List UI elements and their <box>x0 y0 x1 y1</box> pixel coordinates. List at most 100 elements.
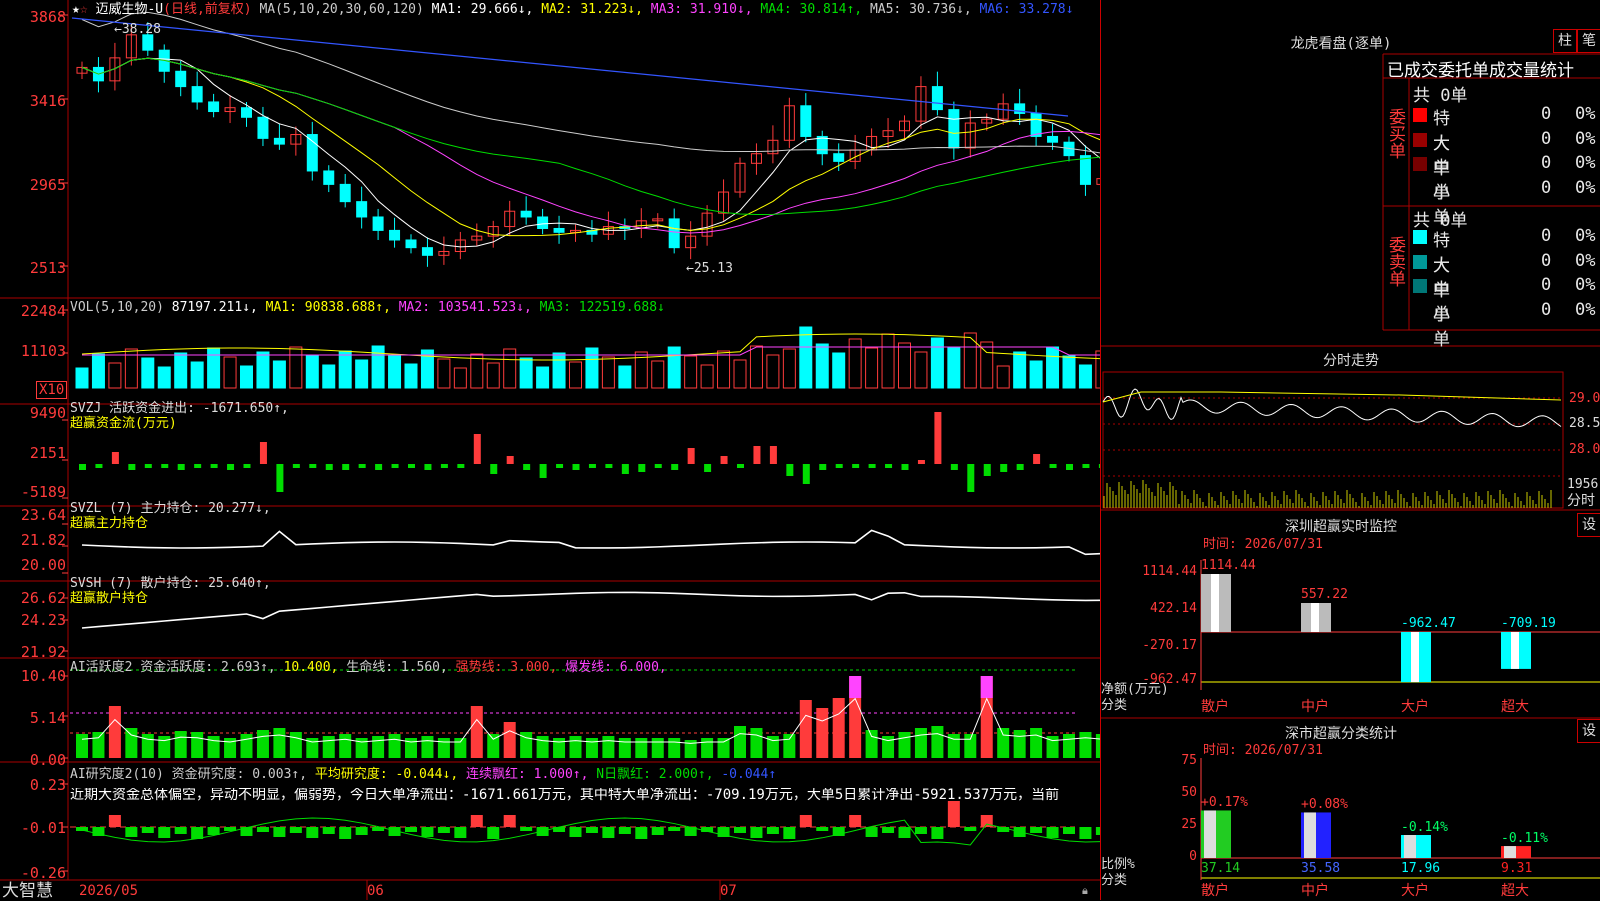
class-value-label: 37.14 <box>1201 861 1241 876</box>
volume-bar <box>371 345 385 389</box>
class-settings-button[interactable]: 设 <box>1577 719 1600 743</box>
fund-flow-bar <box>1082 464 1090 468</box>
volume-bar <box>75 367 89 389</box>
ma-line <box>81 57 1100 237</box>
candle-body <box>1047 135 1059 143</box>
fund-flow-bar <box>391 464 399 468</box>
fund-flow-bar <box>917 460 925 464</box>
activity-bar <box>92 732 105 758</box>
activity-bar <box>289 732 302 758</box>
activity-bar <box>141 734 154 758</box>
fund-flow-bar <box>654 464 662 468</box>
activity-bar <box>207 736 220 758</box>
volume-bar <box>799 326 813 389</box>
vol-unit-badge[interactable]: X10 <box>36 381 68 399</box>
candle-body <box>241 107 252 118</box>
svzl-subtitle: 超赢主力持仓 <box>70 516 149 531</box>
monitor-category-label: 中户 <box>1301 699 1329 715</box>
intraday-axis-label: 29.0 <box>1569 391 1600 406</box>
lock-icon[interactable]: 🔒︎ <box>1082 884 1088 898</box>
star-icon[interactable]: ★ <box>72 2 80 17</box>
order-pct: 0% <box>1575 250 1596 271</box>
research-bar <box>783 827 796 839</box>
fund-flow-bar <box>967 464 975 492</box>
volume-bar <box>388 354 402 389</box>
legend-item: 10.400, <box>283 660 347 675</box>
class-category-label: 大户 <box>1401 883 1429 899</box>
activity-bar <box>256 730 269 758</box>
main-chart-svg[interactable] <box>0 0 1100 900</box>
svzj-subtitle: 超赢资金流(万元) <box>70 416 177 431</box>
fund-flow-bar <box>885 464 893 468</box>
fund-flow-bar <box>506 456 514 464</box>
activity-bar <box>701 738 714 758</box>
volume-bar <box>355 359 369 389</box>
activity-bar <box>832 698 845 758</box>
research-bar <box>191 827 204 839</box>
order-pct: 0% <box>1575 128 1596 149</box>
fund-flow-bar <box>950 464 958 470</box>
research-bar <box>865 827 878 837</box>
date-axis-label: 06 <box>367 883 384 899</box>
activity-bar <box>1079 732 1092 758</box>
research-bar <box>931 827 944 839</box>
class-bar-highlight <box>1204 810 1216 858</box>
fund-flow-bar <box>539 464 547 478</box>
volume-bar <box>1013 351 1027 389</box>
ma-line <box>81 57 1100 248</box>
ai2-axis-label: 0.23 <box>29 776 66 794</box>
fund-flow-bar <box>259 442 267 464</box>
ma-line <box>71 17 1069 117</box>
activity-bar <box>865 730 878 758</box>
vol-legend: VOL(5,10,20) 87197.211↓, MA1: 90838.688↑… <box>70 301 665 315</box>
research-bar <box>898 827 911 838</box>
activity-line <box>81 697 1100 744</box>
class-value-label: 17.96 <box>1401 861 1441 876</box>
price-axis-label: 3868 <box>29 8 66 26</box>
fund-flow-bar <box>95 464 103 468</box>
order-size-swatch <box>1413 157 1427 171</box>
monitor-axis-label: 422.14 <box>1150 601 1197 616</box>
research-bar <box>914 827 927 834</box>
research-bar <box>355 827 368 835</box>
ma-line <box>81 57 1100 216</box>
main-chart-area[interactable]: ★☆ 迈威生物-U(日线,前复权) MA(5,10,20,30,60,120) … <box>0 0 1100 900</box>
monitor-bar-highlight <box>1211 574 1219 632</box>
research-bar <box>1079 827 1092 839</box>
monitor-bar-label: 557.22 <box>1301 587 1348 602</box>
fund-flow-bar <box>128 464 136 470</box>
tab-bar-view[interactable]: 柱 <box>1553 29 1577 53</box>
activity-bar <box>76 734 88 758</box>
volume-bar <box>766 354 780 389</box>
research-bar <box>141 827 154 833</box>
volume-bar <box>569 361 582 389</box>
ai2-axis-label: -0.01 <box>20 819 66 837</box>
ai1-axis-label: 10.40 <box>20 667 66 685</box>
order-size-name: 小单 <box>1433 304 1450 350</box>
candle-body <box>537 216 549 229</box>
tab-pen-view[interactable]: 笔 <box>1577 29 1600 53</box>
activity-bar <box>585 738 598 758</box>
intraday-unit-label: 分时 <box>1567 493 1595 509</box>
flag-icon[interactable]: ☆ <box>80 2 88 17</box>
stock-name: 迈威生物-U <box>95 2 164 17</box>
research-bar <box>454 827 467 838</box>
volume-bar <box>322 364 336 389</box>
research-bar <box>306 827 319 838</box>
svzj-axis-label: 9490 <box>29 404 66 422</box>
fund-flow-bar <box>1016 464 1024 470</box>
intraday-avg-line <box>1102 391 1562 403</box>
legend-item: MA2: 31.223↓, <box>541 2 651 17</box>
monitor-settings-button[interactable]: 设 <box>1577 513 1600 537</box>
ai1-axis-label: 0.00 <box>29 751 66 769</box>
fund-flow-bar <box>227 464 235 470</box>
candle-body <box>668 218 680 249</box>
research-bar <box>487 827 500 839</box>
research-bar <box>289 827 302 833</box>
monitor-bar-highlight <box>1311 603 1319 632</box>
fund-flow-bar <box>572 464 580 470</box>
svzl-axis-label: 23.64 <box>20 506 66 524</box>
price-high-mark: ←38.28 <box>114 22 161 37</box>
volume-bar <box>289 346 303 389</box>
activity-bar <box>618 738 631 758</box>
